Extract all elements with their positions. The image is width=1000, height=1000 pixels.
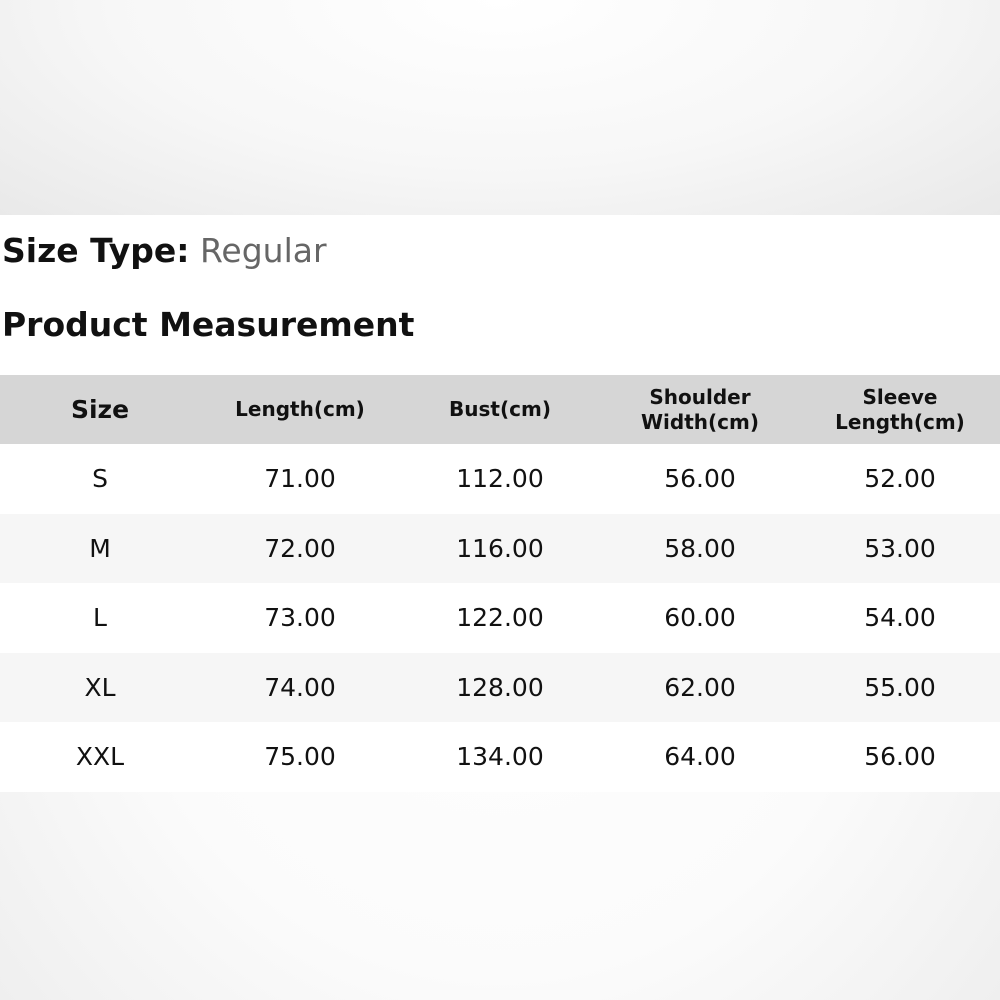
cell-length: 73.00	[264, 603, 336, 633]
cell-length: 71.00	[264, 464, 336, 494]
table-row: L 73.00 122.00 60.00 54.00	[0, 583, 1000, 653]
size-type-line: Size Type: Regular	[2, 231, 327, 271]
header-length: Length(cm)	[200, 397, 400, 422]
header-bust: Bust(cm)	[400, 397, 600, 422]
cell-shoulder-width: 64.00	[664, 742, 736, 772]
cell-bust: 128.00	[456, 672, 544, 702]
cell-sleeve-length: 56.00	[864, 742, 936, 772]
cell-length: 72.00	[264, 533, 336, 563]
header-size-line1: Size	[70, 395, 130, 424]
cell-shoulder-width: 58.00	[664, 533, 736, 563]
table-row: S 71.00 112.00 56.00 52.00	[0, 444, 1000, 514]
cell-bust: 122.00	[456, 603, 544, 633]
table-row: M 72.00 116.00 58.00 53.00	[0, 513, 1000, 583]
header-size: Size	[0, 397, 200, 422]
cell-size: XXL	[75, 742, 125, 772]
header-length-line1: Length(cm)	[235, 397, 365, 421]
cell-size: L	[93, 603, 107, 633]
size-chart-panel: Size Type: Regular Product Measurement S…	[0, 215, 1000, 792]
cell-shoulder-width: 56.00	[664, 464, 736, 494]
header-shoulder-line2: Width(cm)	[640, 409, 759, 434]
size-type-value: Regular	[199, 231, 327, 270]
cell-bust: 112.00	[456, 464, 544, 494]
header-sleeve-line1: Sleeve	[862, 384, 938, 409]
header-bust-line1: Bust(cm)	[449, 397, 551, 421]
cell-sleeve-length: 54.00	[864, 603, 936, 633]
cell-length: 74.00	[264, 672, 336, 702]
cell-sleeve-length: 52.00	[864, 464, 936, 494]
cell-bust: 116.00	[456, 533, 544, 563]
cell-bust: 134.00	[456, 742, 544, 772]
size-type-label: Size Type:	[2, 231, 190, 270]
table-row: XL 74.00 128.00 62.00 55.00	[0, 652, 1000, 722]
cell-size: S	[92, 464, 108, 494]
header-shoulder-width: Shoulder Width(cm)	[600, 385, 800, 435]
measurement-table: Size Length(cm) Bust(cm) Shoulder Width(…	[0, 375, 1000, 792]
header-sleeve-line2: Length(cm)	[835, 409, 965, 434]
table-row: XXL 75.00 134.00 64.00 56.00	[0, 722, 1000, 792]
header-sleeve-length: Sleeve Length(cm)	[800, 385, 1000, 435]
cell-size: M	[89, 533, 111, 563]
cell-length: 75.00	[264, 742, 336, 772]
cell-size: XL	[84, 672, 116, 702]
cell-shoulder-width: 62.00	[664, 672, 736, 702]
top-background	[0, 0, 1000, 215]
cell-sleeve-length: 55.00	[864, 672, 936, 702]
header-shoulder-line1: Shoulder	[649, 384, 751, 409]
table-header-row: Size Length(cm) Bust(cm) Shoulder Width(…	[0, 375, 1000, 444]
cell-sleeve-length: 53.00	[864, 533, 936, 563]
cell-shoulder-width: 60.00	[664, 603, 736, 633]
section-title: Product Measurement	[2, 305, 415, 344]
